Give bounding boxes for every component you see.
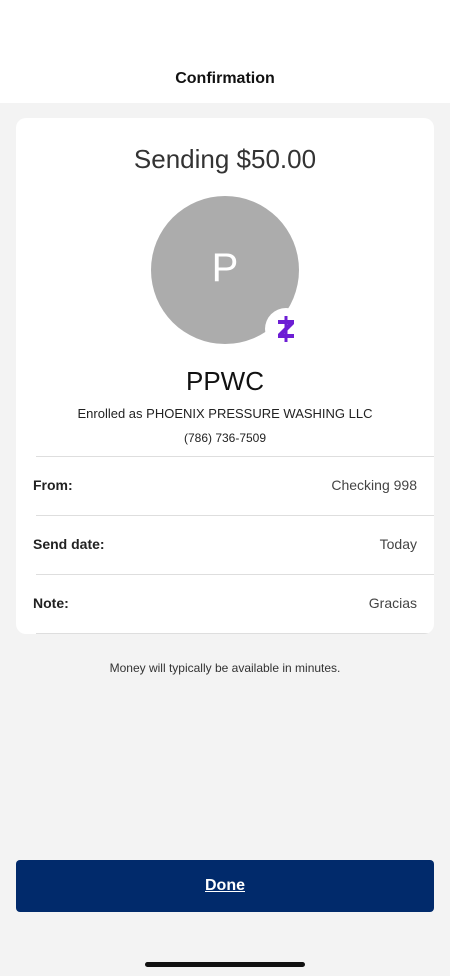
payee-name: PPWC [186,366,264,396]
from-value: Checking 998 [331,477,417,493]
avatar-initial: P [211,246,239,290]
from-label: From: [33,477,73,493]
confirmation-card: Sending $50.00 P PPWC Enrolled as PHOENI… [16,118,434,634]
enrolled-name: Enrolled as PHOENIX PRESSURE WASHING LLC [77,406,373,421]
note-value: Gracias [368,595,417,611]
availability-note: Money will typically be available in min… [109,661,341,675]
done-button-label: Done [205,877,245,894]
detail-row-send-date: Send date: Today [16,516,434,575]
top-bar: Confirmation [0,0,450,103]
note-label: Note: [33,595,69,611]
send-date-label: Send date: [33,536,105,552]
detail-row-from: From: Checking 998 [16,457,434,516]
zelle-logo-icon [265,308,307,350]
sending-amount: Sending $50.00 [133,144,317,174]
done-button[interactable]: Done [16,860,434,912]
page-title: Confirmation [175,70,275,87]
home-indicator[interactable] [145,962,305,967]
payee-phone: (786) 736-7509 [183,431,267,445]
divider [36,633,434,634]
detail-row-note: Note: Gracias [16,575,434,634]
send-date-value: Today [379,536,417,552]
